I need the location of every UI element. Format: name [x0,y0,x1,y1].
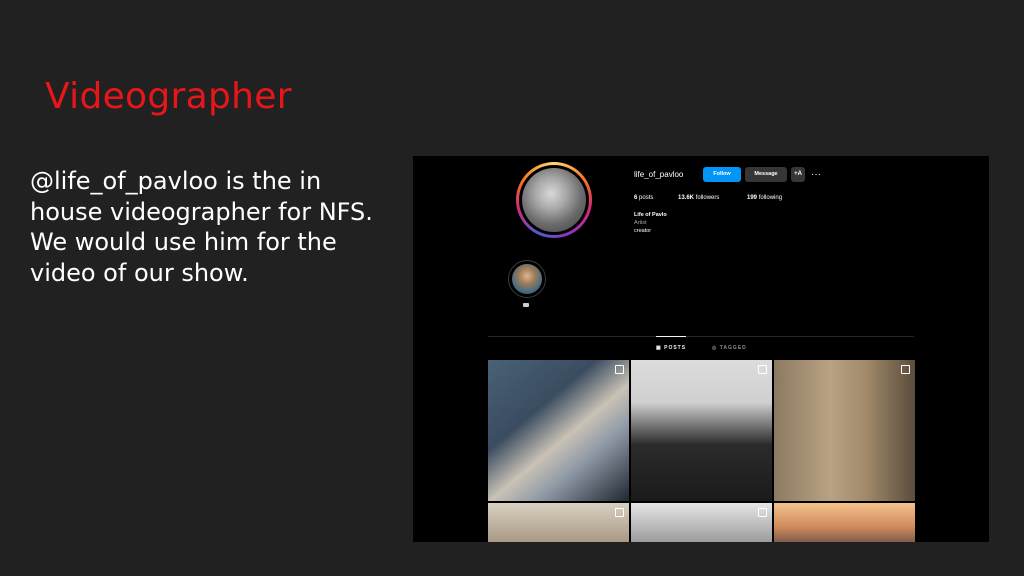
carousel-icon [615,365,624,374]
avatar-border [519,165,589,235]
bio-category: Artist [634,220,647,226]
bio-text: creator [634,228,652,234]
carousel-icon [758,508,767,517]
followers-label: followers [695,195,720,201]
bio-name: Life of Pavlo [634,212,667,218]
profile-username: life_of_pavloo [634,170,684,179]
post-tile[interactable] [488,360,629,501]
post-tile[interactable] [774,503,915,542]
followers-stat[interactable]: 13.6K followers [678,195,719,201]
more-options-icon[interactable]: ··· [811,167,821,182]
following-count: 199 [747,195,758,201]
posts-count: 6 [634,195,638,201]
tab-tagged[interactable]: ◎ TAGGED [712,345,747,351]
slide-title: Videographer [45,76,292,117]
followers-count: 13.6K [678,195,695,201]
post-tile[interactable] [774,360,915,501]
slide-body-text: @life_of_pavloo is the in house videogra… [30,167,373,287]
instagram-profile-screenshot: life_of_pavloo Follow Message +A ··· 6 p… [413,156,989,542]
following-label: following [758,195,783,201]
following-stat[interactable]: 199 following [747,195,782,201]
carousel-icon [901,365,910,374]
tab-posts[interactable]: ▦ POSTS [656,345,686,351]
posts-label: posts [639,195,654,201]
tabs-divider [488,336,914,337]
story-highlight[interactable] [508,260,546,298]
post-tile[interactable] [631,360,772,501]
highlight-label-mark [523,303,529,307]
posts-stat: 6 posts [634,195,653,201]
carousel-icon [758,365,767,374]
post-tile[interactable] [631,503,772,542]
profile-avatar[interactable] [516,162,592,238]
follow-button[interactable]: Follow [703,167,741,182]
avatar-photo [522,168,586,232]
post-tile[interactable] [488,503,629,542]
message-button[interactable]: Message [745,167,787,182]
carousel-icon [615,508,624,517]
highlight-photo [512,264,542,294]
active-tab-indicator [656,336,686,337]
add-user-button[interactable]: +A [791,167,805,182]
